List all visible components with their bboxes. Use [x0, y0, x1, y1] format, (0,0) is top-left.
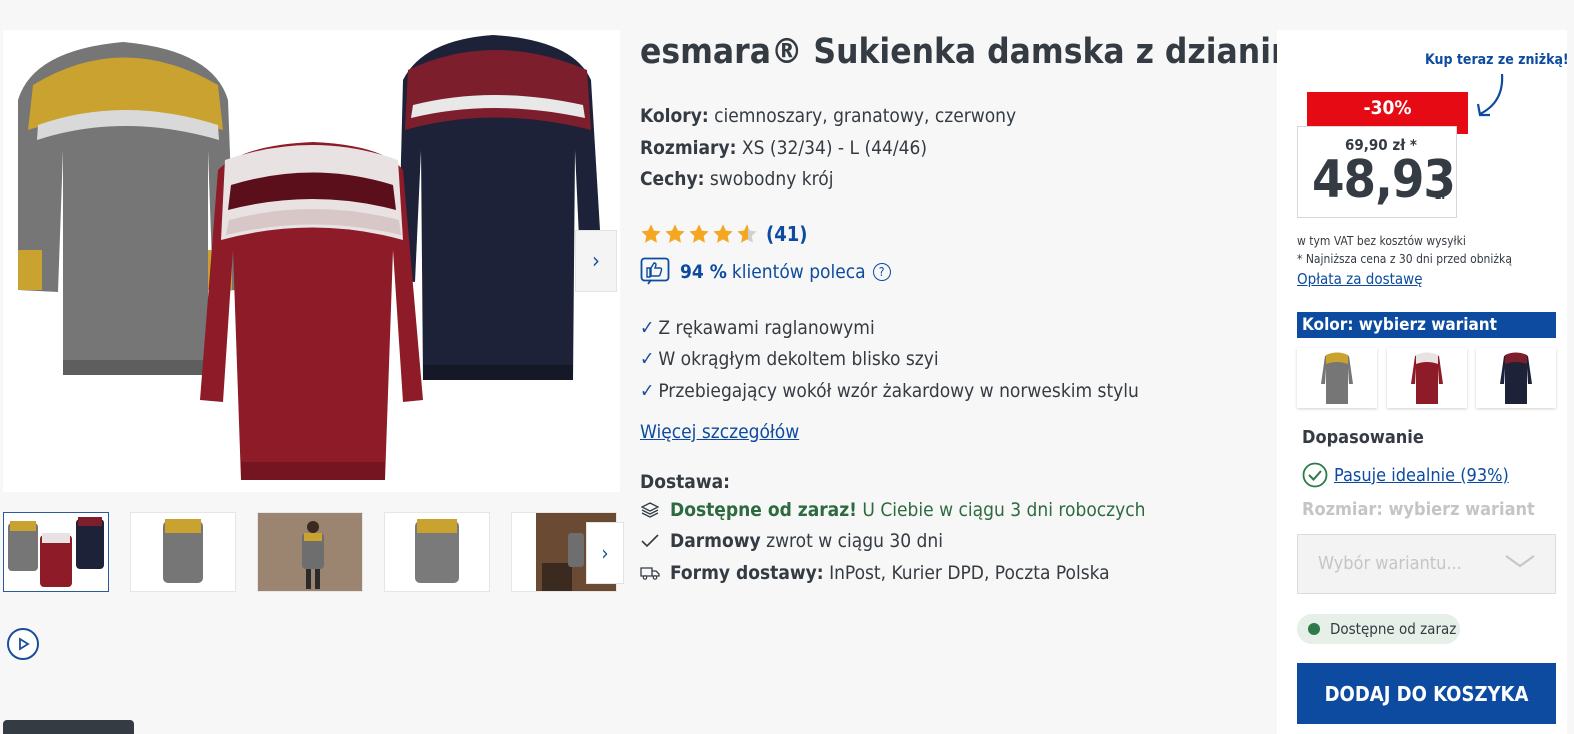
attribute-value: XS (32/34) - L (44/46) — [741, 137, 928, 159]
rating-stars[interactable]: (41) — [640, 222, 807, 246]
delivery-forms-rest: InPost, Kurier DPD, Poczta Polska — [829, 562, 1110, 584]
availability-bold: Dostępne od zaraz! — [670, 499, 857, 521]
box-icon — [640, 501, 660, 519]
availability-badge: Dostępne od zaraz — [1297, 614, 1460, 644]
thumbs-up-icon — [640, 257, 670, 285]
thumbnail-strip — [3, 512, 620, 594]
fit-link[interactable]: Pasuje idealnie (93%) — [1334, 465, 1509, 486]
product-title: esmara® Sukienka damska z dzianiny — [640, 32, 1314, 72]
video-play-button[interactable] — [7, 628, 39, 660]
color-swatch-red[interactable] — [1387, 348, 1467, 408]
delivery-forms: Formy dostawy: InPost, Kurier DPD, Poczt… — [640, 562, 1110, 584]
curved-arrow-icon — [1476, 73, 1504, 117]
thumbnail-4[interactable] — [384, 512, 490, 592]
thumb-image — [163, 519, 203, 583]
star-icon — [689, 224, 709, 243]
gallery-next-button[interactable]: › — [575, 230, 617, 292]
fit-row: Pasuje idealnie (93%) — [1302, 462, 1509, 488]
color-swatch-navy[interactable] — [1476, 348, 1556, 408]
chevron-right-icon: › — [601, 541, 609, 565]
bottom-overlay-tab[interactable] — [3, 720, 134, 734]
check-circle-icon — [1302, 462, 1328, 488]
check-icon: ✓ — [640, 317, 655, 339]
delivery-title: Dostawa: — [640, 471, 730, 493]
attribute-value: ciemnoszary, granatowy, czerwony — [714, 105, 1017, 127]
chevron-right-icon: › — [592, 248, 600, 274]
attribute-features: Cechy: swobodny krój — [640, 168, 833, 190]
rating-count[interactable]: (41) — [766, 222, 807, 246]
attribute-colors: Kolory: ciemnoszary, granatowy, czerwony — [640, 105, 1016, 127]
star-half-icon — [737, 224, 757, 243]
feature-item: ✓ Przebiegający wokół wzór żakardowy w no… — [640, 380, 1139, 402]
returns-bold: Darmowy — [670, 530, 761, 552]
lowest-price-note: * Najniższa cena z 30 dni przed obniżką — [1297, 252, 1512, 266]
status-dot-icon — [1308, 623, 1320, 635]
feature-item: ✓ Z rękawami raglanowymi — [640, 317, 875, 339]
availability-text: Dostępne od zaraz — [1330, 620, 1457, 638]
recommend-percent: 94 % — [680, 261, 727, 283]
thumbnail-1[interactable] — [3, 512, 109, 592]
recommend-text: klientów poleca — [731, 261, 866, 283]
availability-rest: U Ciebie w ciągu 3 dni roboczych — [862, 499, 1146, 521]
color-variant-header: Kolor: wybierz wariant — [1297, 312, 1556, 338]
feature-text: Z rękawami raglanowymi — [658, 317, 875, 339]
thumbnail-2[interactable] — [130, 512, 236, 592]
dress-illustration — [18, 35, 603, 480]
shipping-cost-link[interactable]: Opłata za dostawę — [1297, 270, 1423, 288]
attribute-label: Kolory: — [640, 105, 709, 127]
buy-now-promo: Kup teraz ze zniżką! — [1425, 52, 1569, 68]
add-to-cart-button[interactable]: DODAJ DO KOSZYKA — [1297, 663, 1556, 724]
delivery-returns: Darmowy zwrot w ciągu 30 dni — [640, 530, 943, 552]
more-details-link[interactable]: Więcej szczegółów — [640, 421, 799, 443]
feature-text: Przebiegający wokół wzór żakardowy w nor… — [658, 380, 1139, 402]
thumb-image — [8, 517, 104, 587]
delivery-availability: Dostępne od zaraz! U Ciebie w ciągu 3 dn… — [640, 499, 1146, 521]
fit-title: Dopasowanie — [1302, 427, 1424, 448]
main-product-image[interactable] — [3, 30, 620, 492]
star-icon — [641, 224, 661, 243]
star-icon — [665, 224, 685, 243]
play-icon — [19, 637, 30, 651]
navy-dress — [398, 35, 603, 380]
chevron-down-icon — [1505, 555, 1535, 568]
color-swatch-grey[interactable] — [1297, 348, 1377, 408]
help-icon[interactable]: ? — [872, 263, 891, 281]
attribute-label: Rozmiary: — [640, 137, 737, 159]
truck-icon — [640, 564, 660, 582]
grey-dress — [18, 42, 235, 375]
navy-dress-swatch — [1500, 352, 1532, 404]
red-dress — [200, 142, 423, 480]
delivery-forms-bold: Formy dostawy: — [670, 562, 824, 584]
size-label: Rozmiar: wybierz wariant — [1302, 499, 1535, 520]
feature-text: W okrągłym dekoltem blisko szyi — [658, 348, 939, 370]
grey-dress-swatch — [1321, 352, 1353, 404]
attribute-value: swobodny krój — [709, 168, 834, 190]
red-dress-swatch — [1411, 352, 1443, 404]
thumb-image — [415, 519, 459, 583]
current-price: 48,93 — [1312, 150, 1456, 210]
attribute-label: Cechy: — [640, 168, 705, 190]
star-icon — [713, 224, 733, 243]
recommendation-row: 94 % klientów poleca ? — [640, 257, 891, 287]
check-icon: ✓ — [640, 348, 655, 370]
price-currency: zł — [1435, 188, 1446, 202]
thumb-image — [258, 513, 362, 591]
check-icon: ✓ — [640, 380, 655, 402]
check-icon — [640, 532, 660, 550]
feature-item: ✓ W okrągłym dekoltem blisko szyi — [640, 348, 939, 370]
returns-rest: zwrot w ciągu 30 dni — [766, 530, 943, 552]
vat-note: w tym VAT bez kosztów wysyłki — [1297, 234, 1466, 248]
thumbnails-next-button[interactable]: › — [586, 522, 624, 584]
thumbnail-3[interactable] — [257, 512, 363, 592]
attribute-sizes: Rozmiary: XS (32/34) - L (44/46) — [640, 137, 927, 159]
